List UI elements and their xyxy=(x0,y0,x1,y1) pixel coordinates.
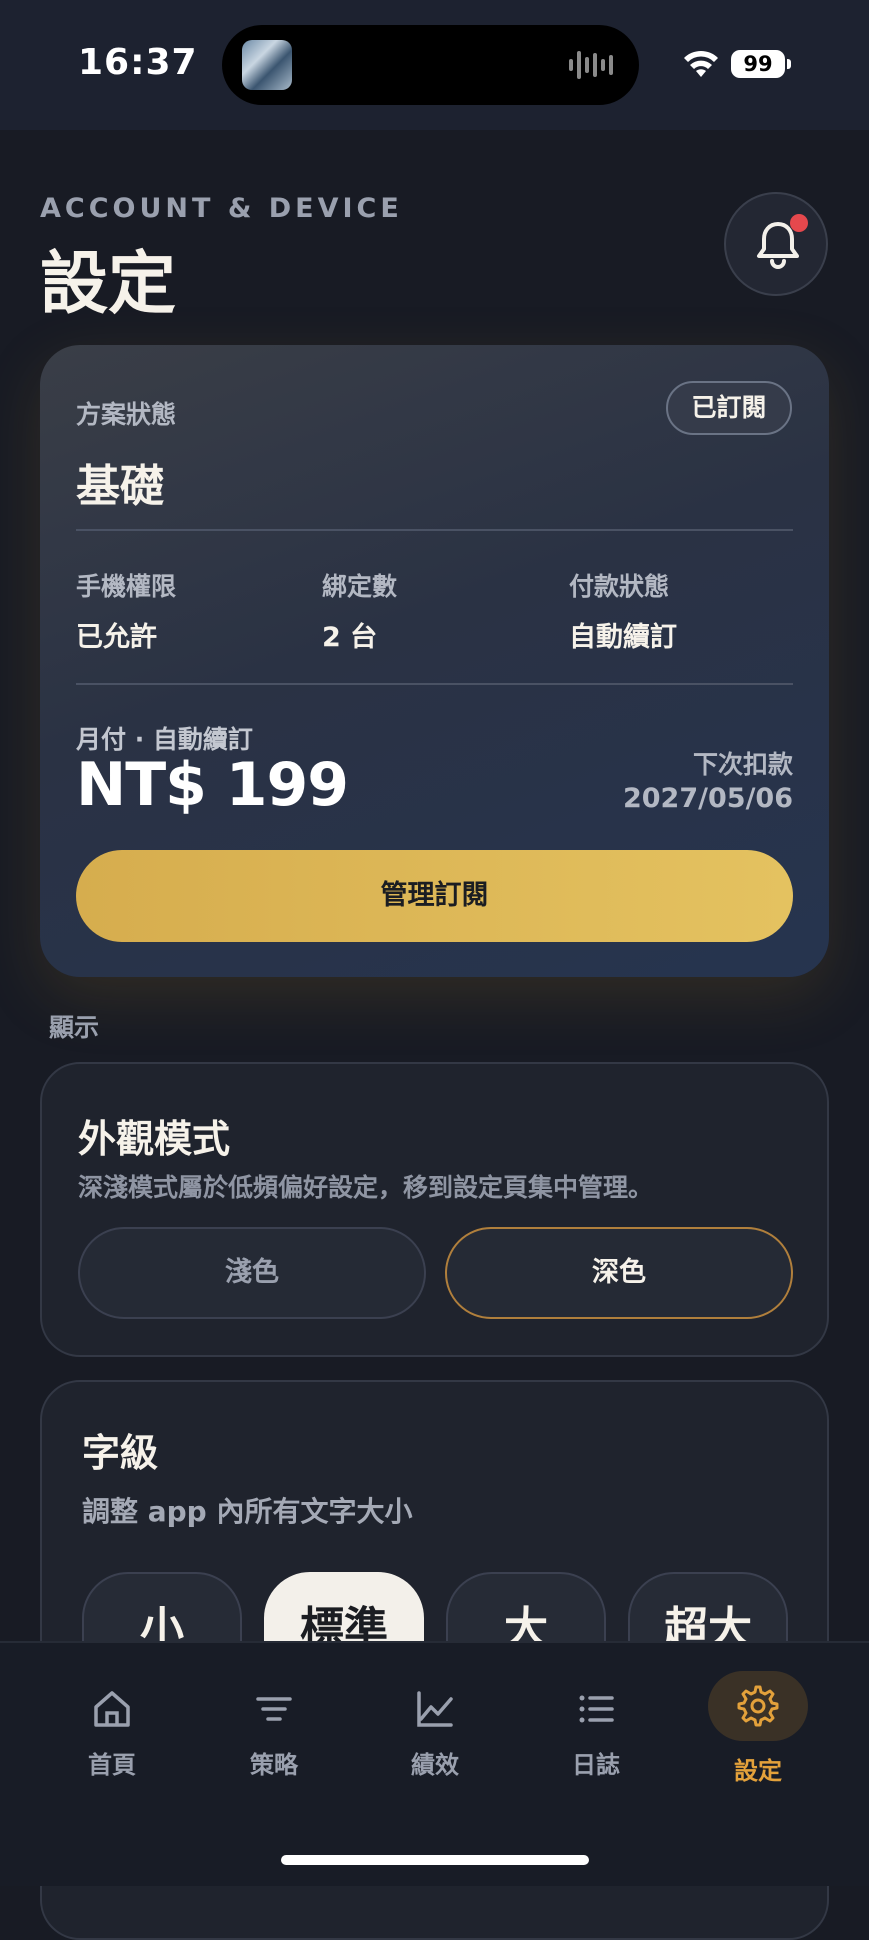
payment-status-value: 自動續訂 xyxy=(569,622,677,653)
divider xyxy=(76,683,793,685)
notification-dot xyxy=(790,214,808,232)
notifications-button[interactable] xyxy=(724,192,828,296)
appearance-option-light[interactable]: 淺色 xyxy=(78,1227,426,1319)
appearance-option-dark[interactable]: 深色 xyxy=(445,1227,793,1319)
plan-card: 方案狀態 已訂閱 基礎 手機權限 已允許 綁定數 2 台 付款狀態 自動續訂 月… xyxy=(40,345,829,977)
payment-status-label: 付款狀態 xyxy=(569,572,670,601)
tab-journal[interactable]: 日誌 xyxy=(526,1671,666,1791)
battery-indicator: 99 xyxy=(731,50,785,78)
tab-performance[interactable]: 績效 xyxy=(365,1671,505,1791)
tab-label: 設定 xyxy=(734,1757,782,1785)
dynamic-island[interactable] xyxy=(222,25,639,105)
filter-icon xyxy=(256,1697,292,1721)
tab-label: 日誌 xyxy=(572,1751,620,1779)
home-indicator xyxy=(281,1855,589,1865)
active-tab-indicator xyxy=(708,1671,808,1741)
list-icon xyxy=(579,1695,614,1723)
font-size-title: 字級 xyxy=(82,1431,159,1475)
plan-price: NT$ 199 xyxy=(76,750,349,820)
bound-devices-value: 2 台 xyxy=(322,622,378,653)
audio-waveform-icon xyxy=(569,51,613,79)
plan-status-label: 方案狀態 xyxy=(76,400,177,429)
tab-strategy[interactable]: 策略 xyxy=(204,1671,344,1791)
tab-home[interactable]: 首頁 xyxy=(42,1671,182,1791)
status-time: 16:37 xyxy=(78,42,198,83)
now-playing-artwork xyxy=(242,40,292,90)
status-bar: 16:37 99 xyxy=(0,0,869,130)
plan-name: 基礎 xyxy=(76,461,164,512)
tab-settings[interactable]: 設定 xyxy=(688,1671,828,1791)
bottom-tab-bar: 首頁 策略 績效 日誌 設定 xyxy=(0,1641,869,1886)
battery-tip xyxy=(787,59,791,69)
appearance-card: 外觀模式 深淺模式屬於低頻偏好設定，移到設定頁集中管理。 淺色 深色 xyxy=(40,1062,829,1357)
next-charge-date: 2027/05/06 xyxy=(622,783,793,814)
wifi-icon xyxy=(684,50,718,77)
page-kicker: ACCOUNT & DEVICE xyxy=(40,193,403,224)
manage-subscription-button[interactable]: 管理訂閱 xyxy=(76,850,793,942)
font-size-subtitle: 調整 app 內所有文字大小 xyxy=(82,1495,413,1528)
chart-line-icon xyxy=(417,1691,453,1727)
tab-label: 策略 xyxy=(250,1751,298,1779)
next-charge-label: 下次扣款 xyxy=(692,750,793,779)
section-label-display: 顯示 xyxy=(49,1013,100,1042)
phone-permission-value: 已允許 xyxy=(76,622,157,653)
gear-icon xyxy=(737,1685,779,1727)
appearance-title: 外觀模式 xyxy=(78,1117,231,1161)
appearance-subtitle: 深淺模式屬於低頻偏好設定，移到設定頁集中管理。 xyxy=(78,1173,654,1202)
divider xyxy=(76,529,793,531)
bound-devices-label: 綁定數 xyxy=(322,572,398,601)
page-title: 設定 xyxy=(40,245,177,324)
home-icon xyxy=(94,1691,130,1727)
tab-label: 首頁 xyxy=(88,1751,136,1779)
phone-permission-label: 手機權限 xyxy=(76,572,177,601)
subscription-badge: 已訂閱 xyxy=(666,381,792,435)
tab-label: 績效 xyxy=(411,1751,459,1779)
